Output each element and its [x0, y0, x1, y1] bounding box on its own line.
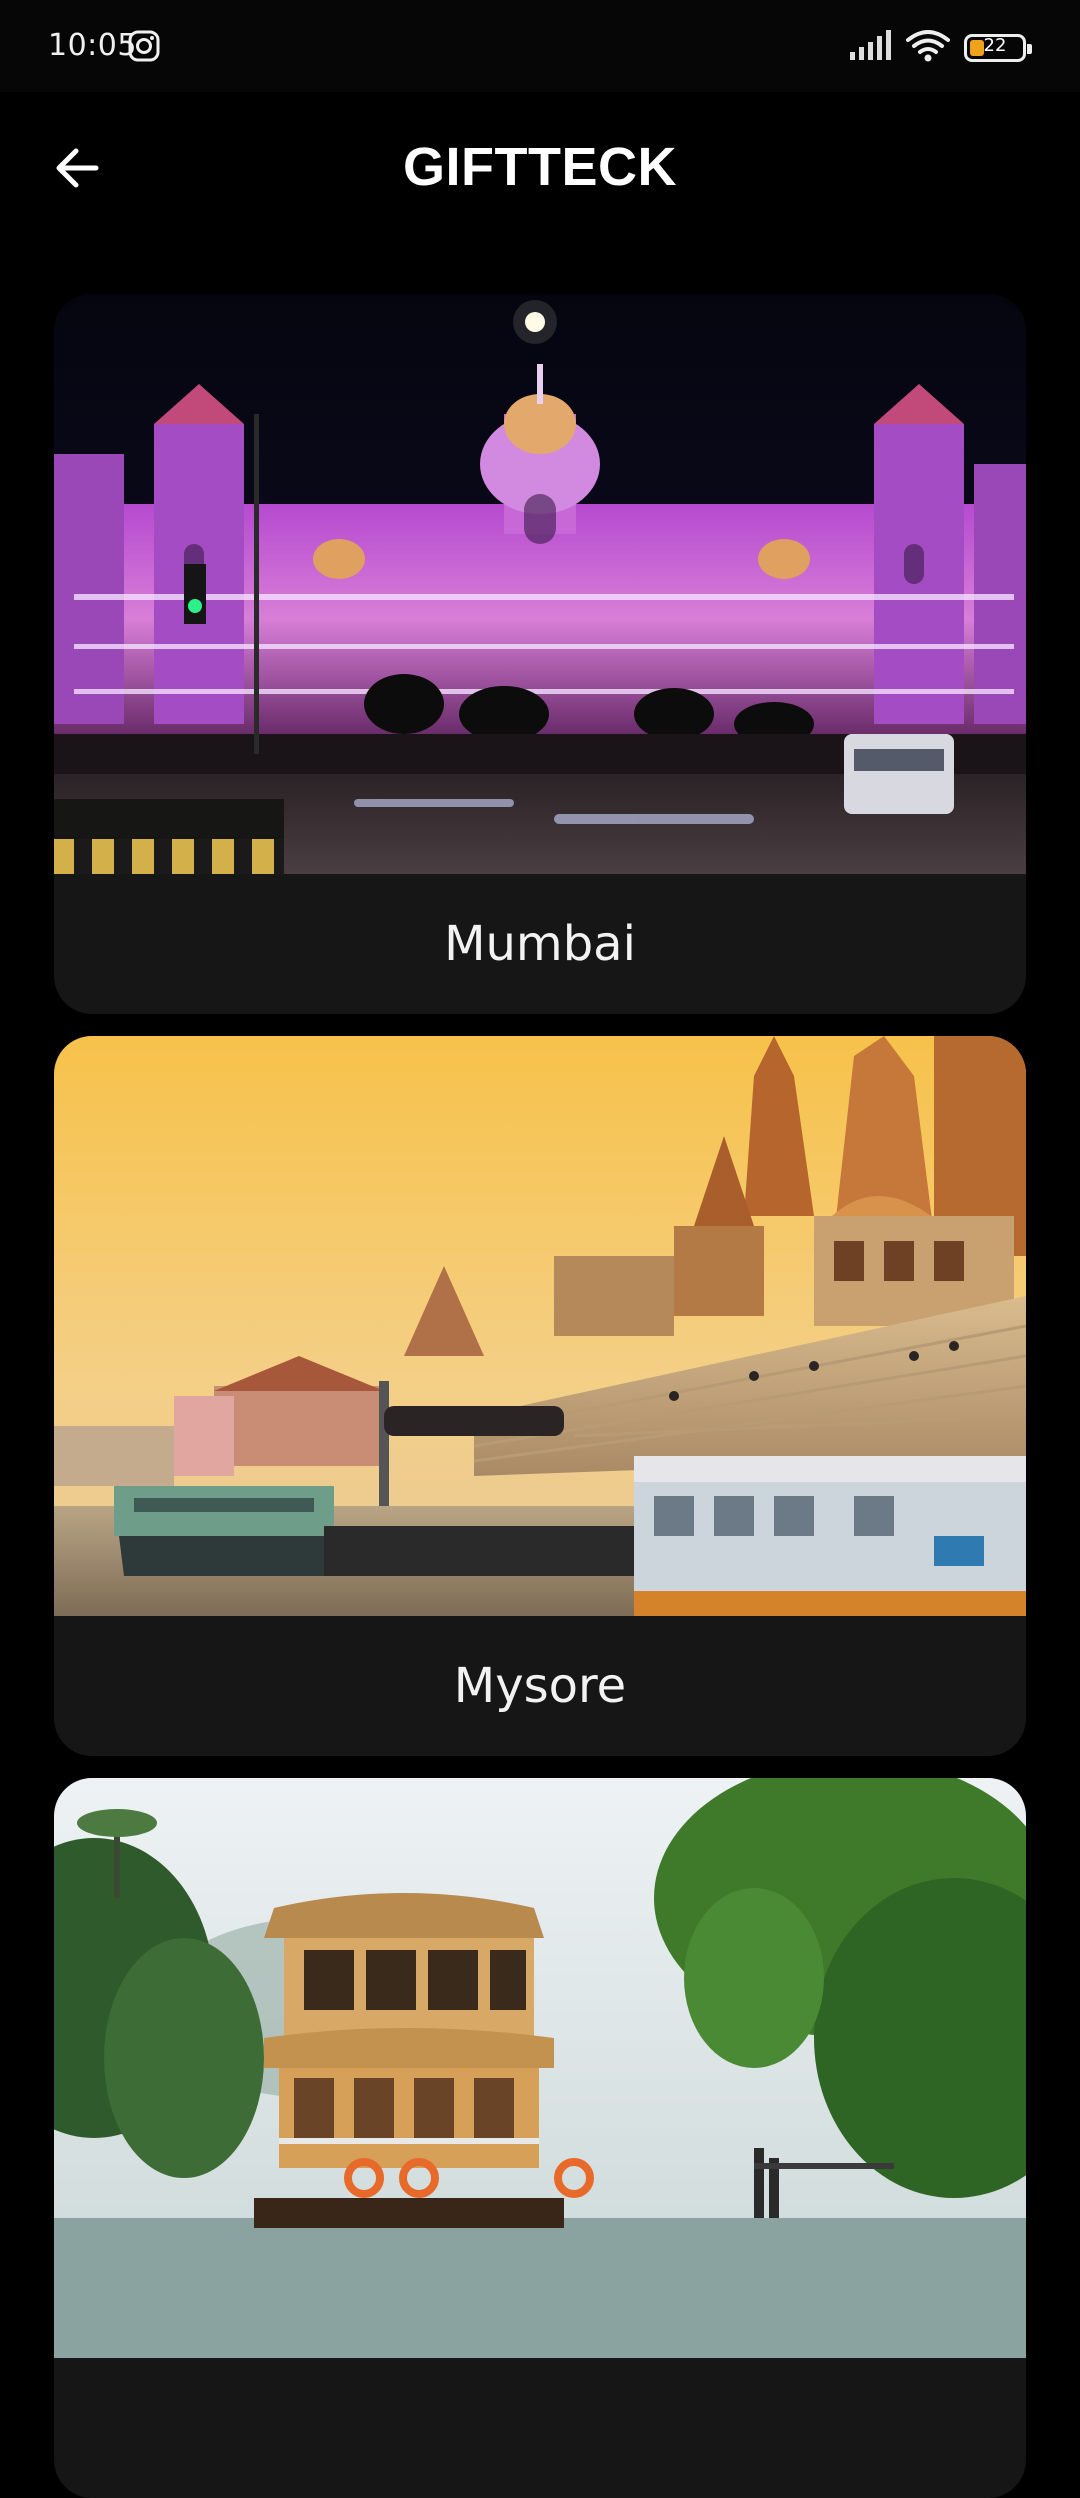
signal-icon: [850, 30, 892, 65]
battery-icon: 22: [964, 33, 1032, 62]
battery-level: 22: [983, 34, 1007, 56]
status-bar: 10:05 22: [0, 0, 1080, 92]
city-name: [54, 2358, 1026, 2498]
city-image: [54, 294, 1026, 874]
page-title: GIFTTECK: [403, 137, 677, 197]
app-bar: GIFTTECK: [0, 92, 1080, 242]
city-name: Mumbai: [444, 916, 636, 972]
city-card-mysore[interactable]: Mysore: [54, 1036, 1026, 1756]
instagram-icon: [128, 30, 160, 67]
status-time: 10:05: [48, 28, 137, 63]
city-image: [54, 1778, 1026, 2358]
city-card-3[interactable]: [54, 1778, 1026, 2498]
wifi-icon: [906, 28, 950, 67]
city-image: [54, 1036, 1026, 1616]
city-card-mumbai[interactable]: Mumbai: [54, 294, 1026, 1014]
city-name: Mysore: [453, 1658, 627, 1714]
status-icons: 22: [850, 28, 1032, 67]
